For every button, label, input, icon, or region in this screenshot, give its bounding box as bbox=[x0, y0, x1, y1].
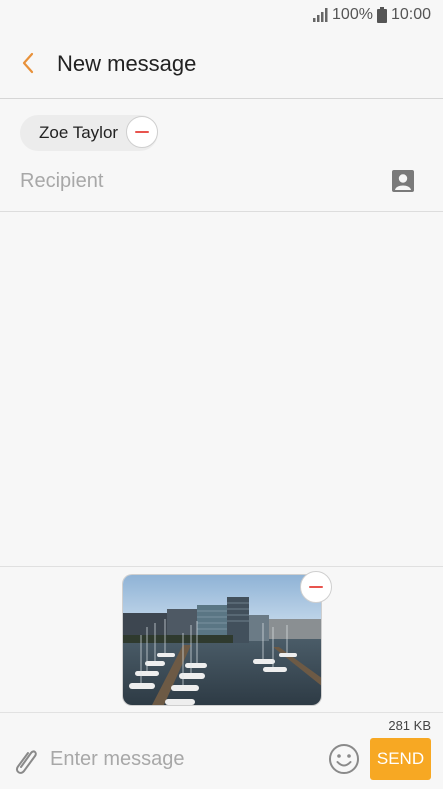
smiley-icon bbox=[328, 744, 360, 779]
battery-percent: 100% bbox=[332, 6, 373, 23]
status-indicators: 100% 10:00 bbox=[312, 6, 431, 24]
emoji-button[interactable] bbox=[328, 743, 360, 775]
remove-recipient-button[interactable] bbox=[126, 116, 159, 148]
recipient-chip-name: Zoe Taylor bbox=[39, 123, 119, 142]
remove-attachment-button[interactable] bbox=[300, 571, 332, 603]
clock: 10:00 bbox=[390, 6, 431, 23]
message-composer: 281 KB SEND bbox=[0, 712, 443, 789]
contacts-button[interactable] bbox=[391, 169, 415, 193]
status-bar: 100% 10:00 bbox=[0, 0, 443, 30]
recipient-input[interactable] bbox=[20, 166, 360, 196]
attachment-area bbox=[0, 566, 443, 713]
minus-circle-icon bbox=[309, 586, 323, 588]
attach-button[interactable] bbox=[12, 743, 40, 777]
minus-circle-icon bbox=[135, 131, 150, 133]
chevron-left-icon bbox=[21, 52, 35, 79]
message-input[interactable] bbox=[50, 745, 320, 773]
image-attachment[interactable] bbox=[122, 574, 322, 706]
back-button[interactable] bbox=[10, 47, 46, 83]
attachment-size: 281 KB bbox=[388, 718, 431, 733]
send-button[interactable]: SEND bbox=[370, 738, 431, 780]
recipient-area: Zoe Taylor bbox=[0, 99, 443, 212]
paperclip-icon bbox=[12, 750, 40, 781]
recipient-chip[interactable]: Zoe Taylor bbox=[20, 115, 159, 151]
app-header: New message bbox=[0, 30, 443, 99]
signal-icon bbox=[312, 8, 328, 22]
page-title: New message bbox=[57, 51, 197, 76]
battery-icon bbox=[376, 7, 387, 23]
contact-card-icon bbox=[391, 170, 415, 197]
message-body[interactable] bbox=[0, 212, 443, 566]
